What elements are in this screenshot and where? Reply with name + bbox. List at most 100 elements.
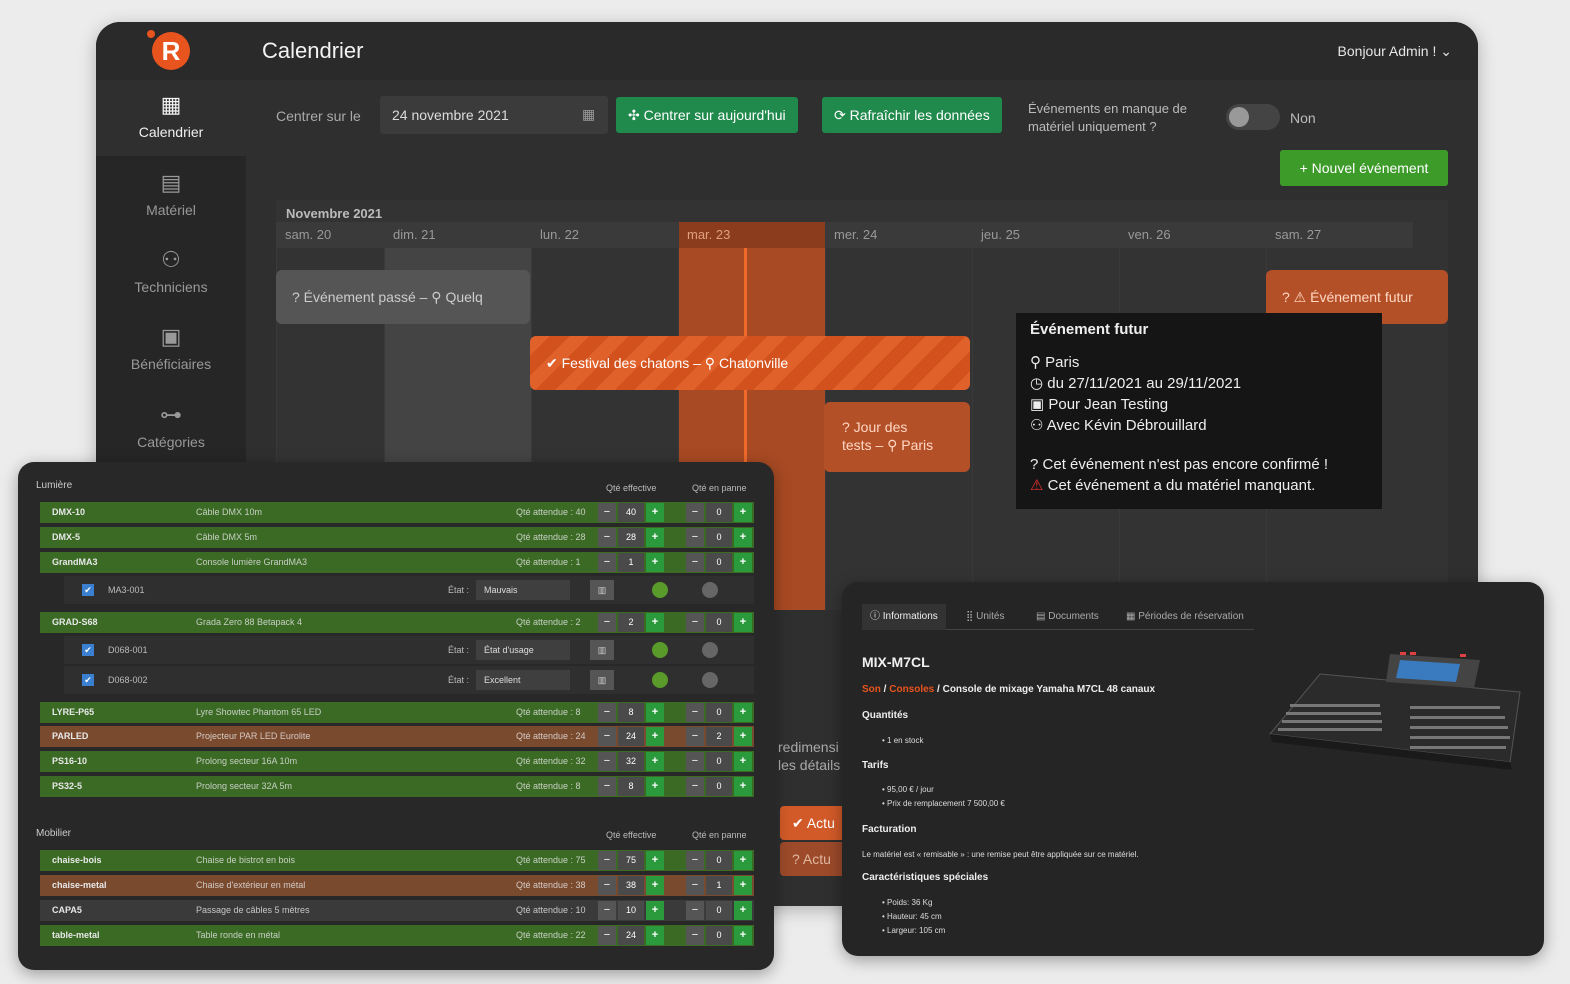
status-dot-ok[interactable] — [652, 642, 668, 658]
plus-button[interactable]: + — [646, 876, 664, 895]
event-festival[interactable]: ✔ Festival des chatons – ⚲ Chatonville — [530, 336, 970, 390]
minus-button[interactable]: − — [686, 528, 704, 547]
broken-qty[interactable]: 0 — [706, 851, 732, 870]
plus-button[interactable]: + — [734, 876, 752, 895]
effective-qty[interactable]: 40 — [618, 503, 644, 522]
unit-checkbox[interactable]: ✔ — [82, 674, 94, 686]
plus-button[interactable]: + — [646, 503, 664, 522]
plus-button[interactable]: + — [646, 901, 664, 920]
status-dot-broken[interactable] — [702, 672, 718, 688]
minus-button[interactable]: − — [686, 926, 704, 945]
effective-qty[interactable]: 2 — [618, 613, 644, 632]
minus-button[interactable]: − — [598, 727, 616, 746]
minus-button[interactable]: − — [598, 503, 616, 522]
minus-button[interactable]: − — [598, 528, 616, 547]
plus-button[interactable]: + — [734, 727, 752, 746]
effective-qty[interactable]: 38 — [618, 876, 644, 895]
minus-button[interactable]: − — [686, 876, 704, 895]
minus-button[interactable]: − — [598, 926, 616, 945]
minus-button[interactable]: − — [686, 777, 704, 796]
plus-button[interactable]: + — [646, 613, 664, 632]
tab-documents[interactable]: ▤ Documents — [1028, 604, 1107, 630]
broken-qty[interactable]: 0 — [706, 528, 732, 547]
state-select[interactable]: État d'usage — [476, 640, 570, 660]
minus-button[interactable]: − — [686, 727, 704, 746]
minus-button[interactable]: − — [686, 553, 704, 572]
plus-button[interactable]: + — [734, 901, 752, 920]
effective-qty[interactable]: 8 — [618, 703, 644, 722]
plus-button[interactable]: + — [734, 503, 752, 522]
broken-qty[interactable]: 0 — [706, 926, 732, 945]
effective-qty[interactable]: 75 — [618, 851, 644, 870]
plus-button[interactable]: + — [734, 926, 752, 945]
plus-button[interactable]: + — [646, 703, 664, 722]
status-dot-ok[interactable] — [652, 582, 668, 598]
plus-button[interactable]: + — [646, 553, 664, 572]
barcode-icon[interactable]: ▥ — [590, 580, 614, 600]
event-past[interactable]: ? Événement passé – ⚲ Quelq — [276, 270, 530, 324]
effective-qty[interactable]: 8 — [618, 777, 644, 796]
center-today-button[interactable]: ✣ Centrer sur aujourd'hui — [616, 97, 798, 133]
barcode-icon[interactable]: ▥ — [590, 670, 614, 690]
sidebar-item-calendrier[interactable]: ▦ Calendrier — [96, 80, 246, 156]
minus-button[interactable]: − — [598, 553, 616, 572]
minus-button[interactable]: − — [598, 752, 616, 771]
broken-qty[interactable]: 1 — [706, 876, 732, 895]
unit-checkbox[interactable]: ✔ — [82, 584, 94, 596]
broken-qty[interactable]: 0 — [706, 613, 732, 632]
broken-qty[interactable]: 0 — [706, 777, 732, 796]
minus-button[interactable]: − — [598, 703, 616, 722]
plus-button[interactable]: + — [734, 752, 752, 771]
new-event-button[interactable]: + Nouvel événement — [1280, 150, 1448, 186]
sidebar-item-categories[interactable]: ⊶ Catégories — [96, 390, 246, 466]
sidebar-item-beneficiaires[interactable]: ▣ Bénéficiaires — [96, 312, 246, 388]
tab-periodes[interactable]: ▦ Périodes de réservation — [1118, 604, 1252, 630]
minus-button[interactable]: − — [686, 613, 704, 632]
effective-qty[interactable]: 10 — [618, 901, 644, 920]
minus-button[interactable]: − — [686, 752, 704, 771]
plus-button[interactable]: + — [646, 777, 664, 796]
broken-qty[interactable]: 0 — [706, 703, 732, 722]
plus-button[interactable]: + — [734, 703, 752, 722]
broken-qty[interactable]: 0 — [706, 553, 732, 572]
broken-qty[interactable]: 0 — [706, 752, 732, 771]
broken-qty[interactable]: 0 — [706, 901, 732, 920]
state-select[interactable]: Mauvais — [476, 580, 570, 600]
minus-button[interactable]: − — [598, 613, 616, 632]
date-input[interactable] — [380, 96, 608, 134]
status-dot-ok[interactable] — [652, 672, 668, 688]
effective-qty[interactable]: 24 — [618, 926, 644, 945]
minus-button[interactable]: − — [686, 503, 704, 522]
plus-button[interactable]: + — [646, 926, 664, 945]
sidebar-item-techniciens[interactable]: ⚇ Techniciens — [96, 235, 246, 311]
minus-button[interactable]: − — [598, 777, 616, 796]
broken-qty[interactable]: 2 — [706, 727, 732, 746]
breadcrumb-link[interactable]: Consoles — [889, 684, 934, 695]
status-dot-broken[interactable] — [702, 582, 718, 598]
broken-qty[interactable]: 0 — [706, 503, 732, 522]
plus-button[interactable]: + — [734, 777, 752, 796]
plus-button[interactable]: + — [646, 528, 664, 547]
barcode-icon[interactable]: ▥ — [590, 640, 614, 660]
missing-filter-toggle[interactable] — [1226, 104, 1280, 130]
tab-unites[interactable]: ⣿ Unités — [958, 604, 1012, 630]
effective-qty[interactable]: 28 — [618, 528, 644, 547]
state-select[interactable]: Excellent — [476, 670, 570, 690]
plus-button[interactable]: + — [734, 553, 752, 572]
event-test-day[interactable]: ? Jour des tests – ⚲ Paris — [824, 402, 970, 472]
tab-informations[interactable]: ⓘ Informations — [862, 604, 946, 630]
plus-button[interactable]: + — [734, 613, 752, 632]
minus-button[interactable]: − — [598, 851, 616, 870]
minus-button[interactable]: − — [598, 876, 616, 895]
refresh-button[interactable]: ⟳ Rafraîchir les données — [822, 97, 1002, 133]
unit-checkbox[interactable]: ✔ — [82, 644, 94, 656]
minus-button[interactable]: − — [686, 851, 704, 870]
app-logo[interactable]: R — [147, 30, 190, 70]
effective-qty[interactable]: 32 — [618, 752, 644, 771]
plus-button[interactable]: + — [646, 851, 664, 870]
minus-button[interactable]: − — [686, 901, 704, 920]
user-menu[interactable]: Bonjour Admin ! ⌄ — [1338, 43, 1452, 60]
plus-button[interactable]: + — [734, 528, 752, 547]
minus-button[interactable]: − — [598, 901, 616, 920]
effective-qty[interactable]: 1 — [618, 553, 644, 572]
